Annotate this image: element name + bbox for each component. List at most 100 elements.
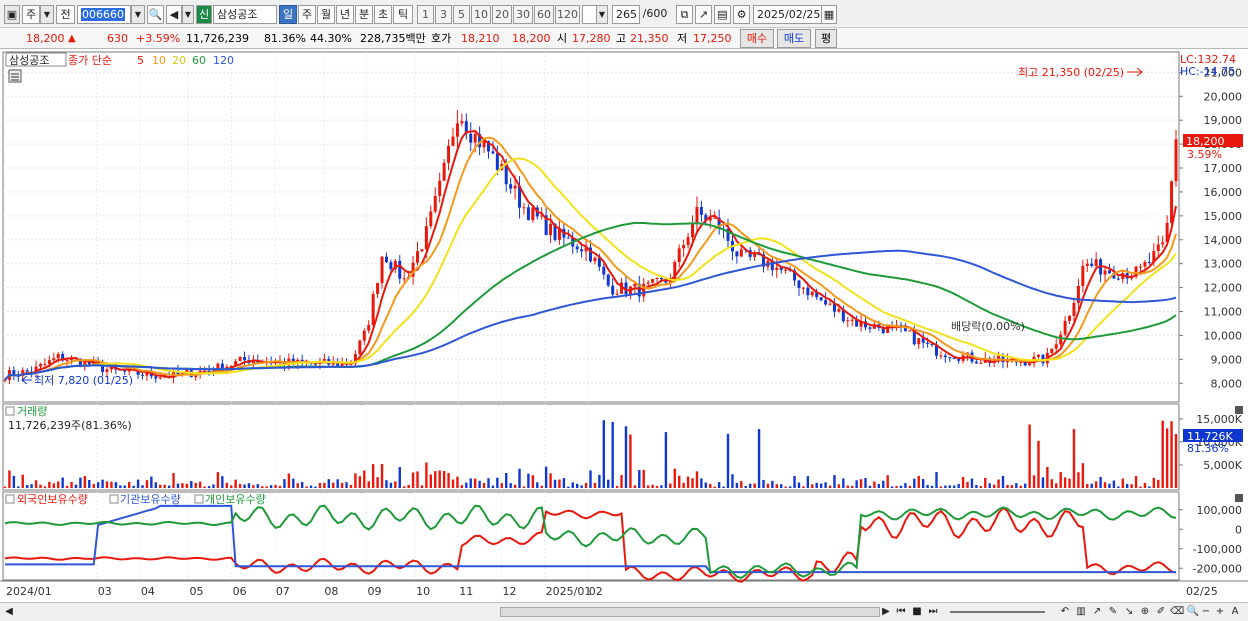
volume-bar — [1059, 472, 1062, 488]
interval-20[interactable]: 20 — [492, 5, 512, 24]
measure-icon[interactable]: ↘ — [1122, 605, 1136, 619]
last-icon[interactable]: ⏭ — [926, 605, 940, 619]
candle-body — [380, 256, 384, 284]
volume-bar — [1032, 475, 1036, 488]
volume-bar — [110, 481, 113, 488]
count-input[interactable]: 265 — [612, 5, 640, 24]
interval-3[interactable]: 3 — [435, 5, 452, 24]
undo-icon[interactable]: ↶ — [1058, 605, 1072, 619]
date-input[interactable]: 2025/02/25 — [753, 5, 823, 24]
scroll-thumb[interactable] — [500, 607, 880, 617]
chart-type-icon[interactable]: ▥ — [1074, 605, 1088, 619]
volume-bar — [207, 486, 211, 488]
volume-bar — [376, 477, 379, 488]
line-tool-icon[interactable]: ↗ — [695, 5, 712, 24]
interval-60[interactable]: 60 — [534, 5, 554, 24]
volume-bar — [598, 474, 601, 488]
interval-30[interactable]: 30 — [513, 5, 533, 24]
draw-icon[interactable]: ✎ — [1106, 605, 1120, 619]
volume-bar — [607, 479, 610, 488]
period-month[interactable]: 월 — [317, 5, 335, 24]
x-tick-label: 04 — [141, 585, 155, 598]
volume-panel-icon — [5, 406, 15, 416]
code-dropdown-icon[interactable]: ▼ — [131, 5, 145, 24]
zoom-in-icon[interactable]: + — [1214, 605, 1226, 619]
scroll-right-icon[interactable]: ▶ — [880, 605, 892, 619]
volume-bar — [190, 481, 193, 488]
period-minute[interactable]: 분 — [355, 5, 373, 24]
candle-body — [442, 162, 446, 181]
volume-bar — [327, 479, 330, 488]
eval-button[interactable]: 평 — [815, 29, 837, 48]
speaker-dropdown-icon[interactable]: ▼ — [182, 5, 194, 24]
candle-body — [775, 267, 779, 271]
gear-icon[interactable]: ⚙ — [733, 5, 750, 24]
volume-bar — [513, 484, 517, 488]
code-input[interactable]: 006660 — [77, 5, 131, 24]
period-week[interactable]: 주 — [298, 5, 316, 24]
save-icon[interactable]: ▤ — [714, 5, 731, 24]
period-tick[interactable]: 틱 — [393, 5, 413, 24]
stop-icon[interactable]: ■ — [910, 605, 924, 619]
volume-bar — [318, 482, 322, 488]
volume-bar — [695, 471, 699, 488]
period-year[interactable]: 년 — [336, 5, 354, 24]
search-icon[interactable]: 🔍 — [147, 5, 164, 24]
candle-body — [602, 266, 606, 275]
company-name[interactable]: 삼성공조 — [213, 5, 277, 24]
sell-button[interactable]: 매도 — [777, 29, 811, 48]
period-day[interactable]: 일 — [279, 5, 297, 24]
volume-bar — [837, 484, 841, 488]
price-change-pct: +3.59% — [136, 32, 181, 45]
line-icon[interactable]: ↗ — [1090, 605, 1104, 619]
candle-body — [56, 353, 60, 359]
volume-bar — [57, 481, 60, 488]
holdings-panel-close-icon[interactable] — [1235, 494, 1243, 502]
scroll-bar[interactable]: ◀ ▶ ⏮ ■ ⏭ ↶ ▥ ↗ ✎ ↘ ⊕ ✐ ⌫ 🔍 − + A — [0, 602, 1248, 621]
fibo-icon[interactable]: ⊕ — [1138, 605, 1152, 619]
first-icon[interactable]: ⏮ — [894, 605, 908, 619]
speaker-icon[interactable]: ◀ — [166, 5, 182, 24]
interval-5[interactable]: 5 — [453, 5, 470, 24]
holdings-tick-label: -200,000 — [1193, 562, 1242, 575]
interval-1[interactable]: 1 — [417, 5, 434, 24]
price-chart-svg[interactable]: 8,000 9,000 10,000 11,000 12,000 13,000 14,000… — [0, 50, 1248, 602]
text-icon[interactable]: ✐ — [1154, 605, 1168, 619]
calendar-icon[interactable]: ▦ — [821, 5, 837, 24]
volume-bar — [953, 485, 956, 488]
interval-10[interactable]: 10 — [471, 5, 491, 24]
interval-dropdown-icon[interactable]: ▼ — [596, 5, 608, 24]
volume-bar — [638, 470, 641, 488]
period-second[interactable]: 초 — [374, 5, 392, 24]
volume-bar — [438, 470, 441, 488]
candle-body — [580, 249, 584, 252]
candle-icon[interactable]: ⧉ — [676, 5, 693, 24]
volume-bar — [615, 485, 619, 488]
font-icon[interactable]: A — [1228, 605, 1242, 619]
type-selector[interactable]: 주 — [22, 5, 40, 24]
open-label: 시 — [557, 32, 568, 45]
buy-button[interactable]: 매수 — [740, 29, 774, 48]
interval-120[interactable]: 120 — [555, 5, 580, 24]
window-icon[interactable]: ▣ — [4, 5, 20, 24]
chart-area[interactable]: 8,000 9,000 10,000 11,000 12,000 13,000 14,000… — [0, 50, 1248, 602]
candle-body — [455, 123, 459, 137]
volume-bar — [1072, 429, 1076, 488]
ask-price: 18,210 — [461, 32, 500, 45]
volume-bar — [451, 479, 455, 488]
volume-bar — [92, 483, 95, 488]
volume-bar — [167, 485, 171, 488]
volume-bar — [1108, 483, 1111, 488]
volume-bar — [256, 484, 260, 488]
zoom-icon[interactable]: 🔍 — [1186, 605, 1200, 619]
price-tick-label: 11,000 — [1204, 306, 1243, 319]
scroll-left-icon[interactable]: ◀ — [4, 605, 14, 619]
zoom-slider[interactable] — [950, 611, 1045, 613]
candle-body — [943, 355, 947, 358]
candle-body — [238, 357, 242, 362]
type-dropdown-icon[interactable]: ▼ — [40, 5, 54, 24]
volume-panel-close-icon[interactable] — [1235, 406, 1243, 414]
prev-button[interactable]: 전 — [56, 5, 75, 24]
zoom-out-icon[interactable]: − — [1200, 605, 1212, 619]
erase-icon[interactable]: ⌫ — [1170, 605, 1184, 619]
